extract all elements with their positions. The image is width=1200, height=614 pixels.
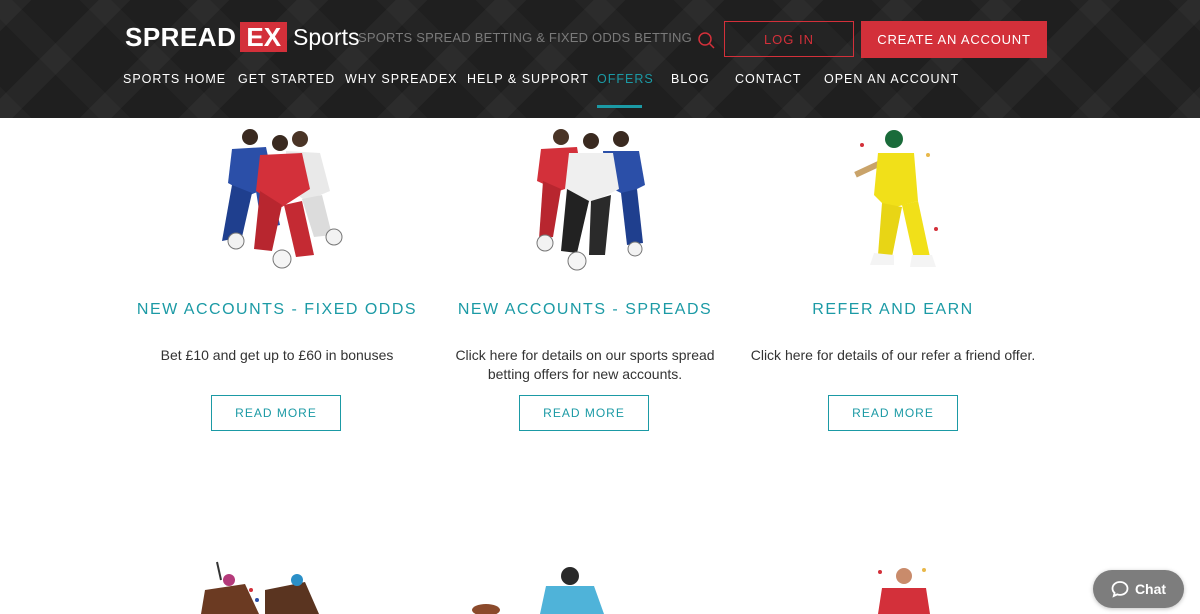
offer-title: REFER AND EARN — [812, 301, 974, 318]
chat-bubble-icon — [1111, 581, 1129, 598]
football-players-illustration — [536, 129, 645, 271]
nav-item-blog[interactable]: BLOG — [671, 72, 710, 86]
offer-title: NEW ACCOUNTS - SPREADS — [457, 301, 713, 318]
site-tagline: SPORTS SPREAD BETTING & FIXED ODDS BETTI… — [358, 30, 692, 45]
nav-item-sports-home[interactable]: SPORTS HOME — [123, 72, 226, 86]
spreadex-sports-logo[interactable]: SPREAD EX Sports — [125, 22, 360, 52]
site-header: SPREAD EX Sports SPORTS SPREAD BETTING &… — [0, 0, 1200, 118]
read-more-button[interactable]: READ MORE — [519, 395, 649, 431]
cricket-batsman-illustration — [854, 130, 938, 267]
active-nav-underline — [597, 105, 642, 108]
offer-description: Click here for details of our refer a fr… — [750, 347, 1036, 363]
login-button[interactable]: LOG IN — [724, 21, 854, 57]
logo-spread-text: SPREAD — [125, 21, 237, 52]
search-icon[interactable] — [697, 31, 715, 49]
offer-description: Click here for details on our sports spr… — [455, 347, 715, 382]
offer-card-fixed-odds: NEW ACCOUNTS - FIXED ODDS Bet £10 and ge… — [127, 125, 427, 435]
nav-item-get-started[interactable]: GET STARTED — [238, 72, 335, 86]
create-account-button[interactable]: CREATE AN ACCOUNT — [861, 21, 1047, 58]
nav-item-offers[interactable]: OFFERS — [597, 72, 654, 86]
nav-item-why-spreadex[interactable]: WHY SPREADEX — [345, 72, 458, 86]
nav-item-contact[interactable]: CONTACT — [735, 72, 802, 86]
offer-card-refer-earn: REFER AND EARN Click here for details of… — [743, 125, 1043, 435]
horse-racing-illustration — [201, 561, 319, 614]
nav-item-help-support[interactable]: HELP & SUPPORT — [467, 72, 589, 86]
player-celebration-illustration — [878, 568, 930, 614]
read-more-button[interactable]: READ MORE — [211, 395, 341, 431]
chat-label: Chat — [1134, 581, 1167, 597]
rugby-player-illustration — [472, 567, 604, 614]
logo-ex-text: EX — [240, 22, 288, 52]
football-players-illustration — [222, 129, 343, 269]
nav-item-open-account[interactable]: OPEN AN ACCOUNT — [824, 72, 959, 86]
offer-description: Bet £10 and get up to £60 in bonuses — [160, 347, 394, 363]
offer-card-spreads: NEW ACCOUNTS - SPREADS Click here for de… — [435, 125, 735, 435]
logo-sports-text: Sports — [293, 23, 360, 50]
read-more-button[interactable]: READ MORE — [828, 395, 958, 431]
offer-title: NEW ACCOUNTS - FIXED ODDS — [136, 301, 418, 318]
chat-button[interactable]: Chat — [1093, 570, 1184, 608]
